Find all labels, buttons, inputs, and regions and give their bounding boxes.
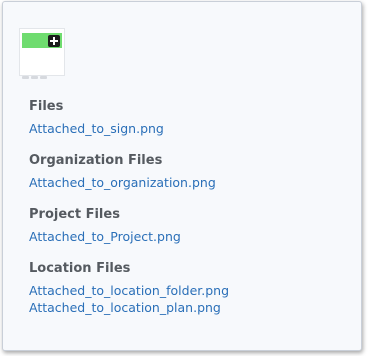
section-project-files: Project Files Attached_to_Project.png <box>29 206 349 245</box>
file-link[interactable]: Attached_to_sign.png <box>29 120 349 137</box>
thumbnail-footer <box>22 66 62 79</box>
files-panel: Files Attached_to_sign.png Organization … <box>2 1 362 351</box>
file-sections: Files Attached_to_sign.png Organization … <box>29 98 349 331</box>
thumbnail-header <box>22 33 62 48</box>
section-title: Files <box>29 99 64 114</box>
sign-thumbnail[interactable] <box>19 28 65 79</box>
section-files: Files Attached_to_sign.png <box>29 98 349 137</box>
file-link[interactable]: Attached_to_organization.png <box>29 174 349 191</box>
section-title: Organization Files <box>29 153 163 168</box>
file-link[interactable]: Attached_to_Project.png <box>29 228 349 245</box>
plus-icon <box>48 35 60 47</box>
file-link[interactable]: Attached_to_location_folder.png <box>29 282 349 299</box>
section-location-files: Location Files Attached_to_location_fold… <box>29 260 349 316</box>
file-link[interactable]: Attached_to_location_plan.png <box>29 299 349 316</box>
section-title: Project Files <box>29 207 120 222</box>
section-organization-files: Organization Files Attached_to_organizat… <box>29 152 349 191</box>
section-title: Location Files <box>29 261 131 276</box>
